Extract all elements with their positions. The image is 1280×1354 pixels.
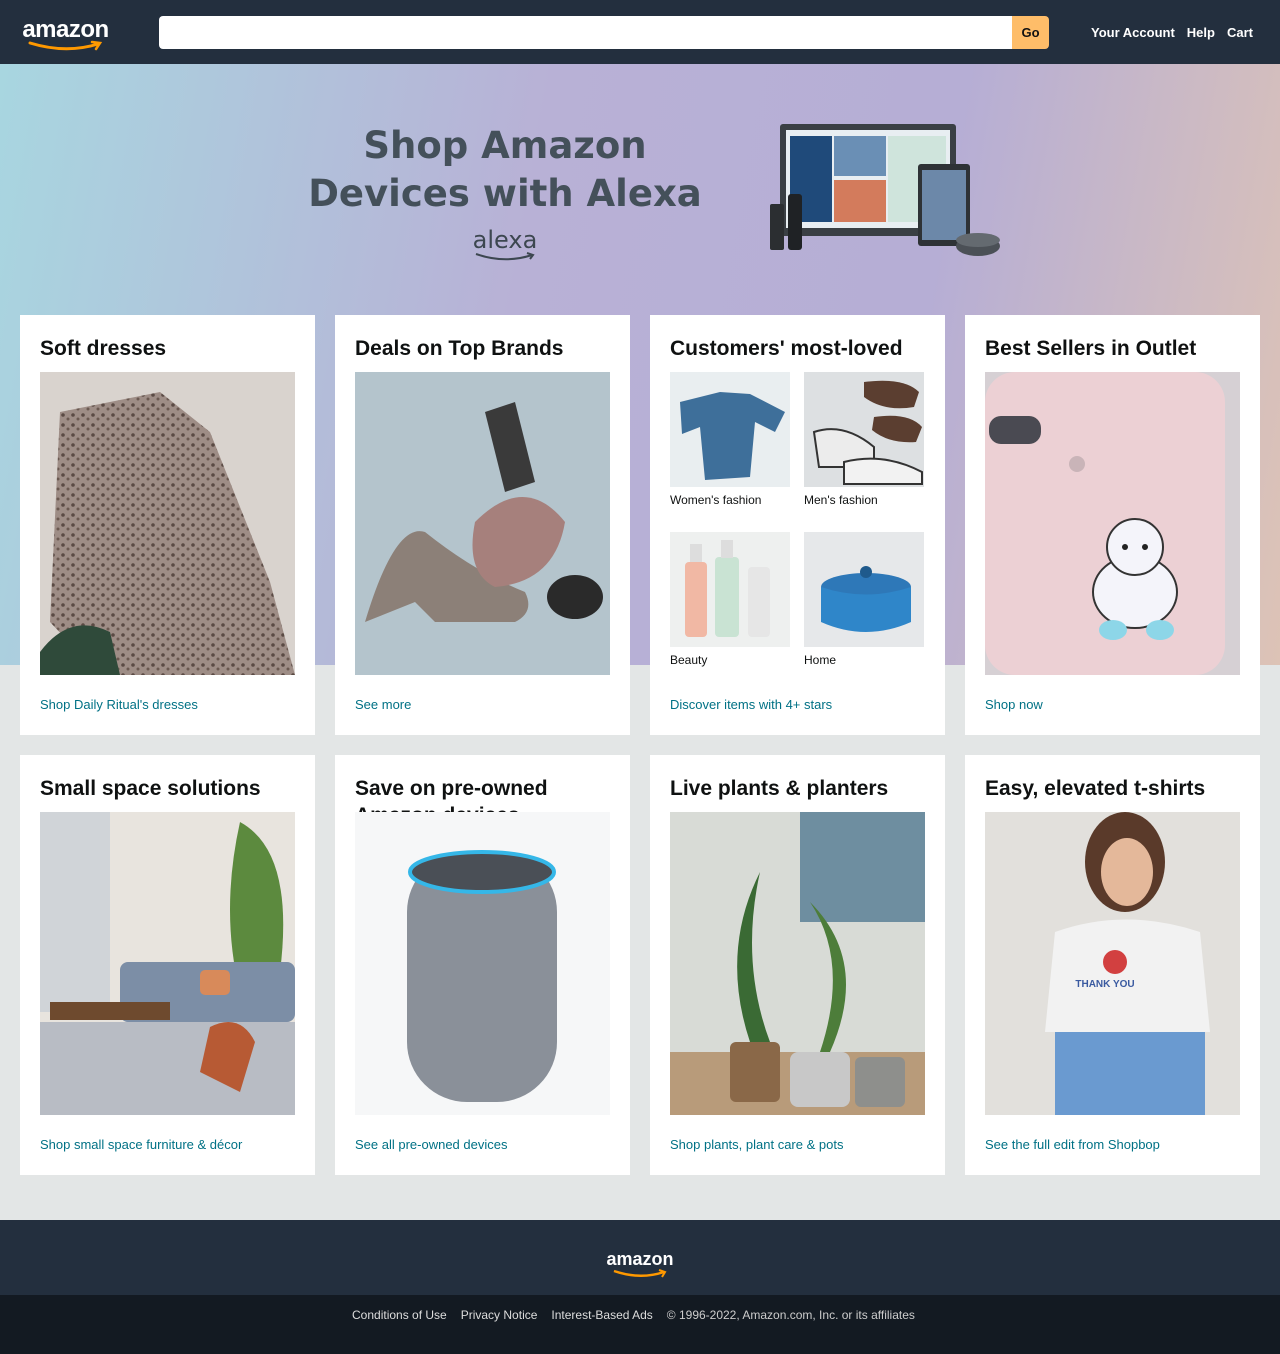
footer-amazon-logo: amazon	[602, 1249, 678, 1293]
living-room-image[interactable]	[40, 812, 295, 1115]
tile-womens-fashion[interactable]: Women's fashion	[670, 372, 790, 507]
card-link[interactable]: Shop small space furniture & décor	[40, 1136, 295, 1154]
go-button[interactable]: Go	[1012, 16, 1049, 49]
card-link[interactable]: See more	[355, 696, 610, 714]
card-title: Soft dresses	[40, 337, 167, 360]
your-account-link[interactable]: Your Account	[1088, 24, 1178, 41]
card-title: Customers' most-loved	[670, 337, 903, 360]
card-title: Best Sellers in Outlet	[985, 337, 1197, 360]
card-link[interactable]: See all pre-owned devices	[355, 1136, 610, 1154]
footer-smile-arrow-icon	[613, 1269, 667, 1278]
privacy-notice-link[interactable]: Privacy Notice	[457, 1307, 542, 1323]
footer-links: Conditions of Use Privacy Notice Interes…	[348, 1307, 915, 1323]
tile-label: Home	[804, 653, 837, 667]
tshirt-print: THANK YOU	[1075, 979, 1134, 990]
conditions-of-use-link[interactable]: Conditions of Use	[348, 1307, 451, 1323]
heels-hair-dryer-image[interactable]	[355, 372, 610, 675]
copyright-text: © 1996-2022, Amazon.com, Inc. or its aff…	[666, 1308, 915, 1322]
potted-plants-image[interactable]	[670, 812, 925, 1115]
spray-bottles-image	[670, 532, 790, 647]
card-deals-top-brands: Deals on Top Brands See more	[335, 315, 630, 735]
card-elevated-tshirts: Easy, elevated t-shirts THANK YOU See th…	[965, 755, 1260, 1175]
card-soft-dresses: Soft dresses Shop Daily Ritual's dresses	[20, 315, 315, 735]
tile-label: Men's fashion	[804, 493, 878, 507]
amazon-devices-image	[770, 124, 1000, 256]
tile-mens-fashion[interactable]: Men's fashion	[804, 372, 924, 507]
tile-home[interactable]: Home	[804, 532, 924, 667]
card-link[interactable]: See the full edit from Shopbop	[985, 1136, 1240, 1154]
alexa-logo-text: alexa	[472, 226, 538, 254]
amazon-logo-text: amazon	[22, 16, 109, 43]
woman-tshirt-image[interactable]: THANK YOU	[985, 812, 1240, 1115]
dutch-oven-image	[804, 532, 924, 647]
alexa-logo: alexa	[470, 226, 540, 262]
echo-speaker-image[interactable]	[355, 812, 610, 1115]
tile-beauty[interactable]: Beauty	[670, 532, 790, 667]
card-link[interactable]: Shop now	[985, 696, 1240, 714]
tile-label: Women's fashion	[670, 493, 762, 507]
card-pre-owned-devices: Save on pre-owned Amazon devices See all…	[335, 755, 630, 1175]
category-grid: Women's fashion Men's fashion Beauty Hom…	[670, 372, 925, 675]
tile-label: Beauty	[670, 653, 708, 667]
hero-title: Shop Amazon Devices with Alexa	[308, 124, 702, 215]
card-title: Deals on Top Brands	[355, 337, 564, 360]
sneakers-sandals-image	[804, 372, 924, 487]
card-link[interactable]: Shop Daily Ritual's dresses	[40, 696, 295, 714]
unicorn-phone-case-image[interactable]	[985, 372, 1240, 675]
footer-logo-text: amazon	[606, 1249, 674, 1269]
interest-based-ads-link[interactable]: Interest-Based Ads	[547, 1307, 656, 1323]
search-input[interactable]	[159, 16, 1012, 49]
search-form: Go	[159, 16, 1049, 49]
footer-bottom-bar: Conditions of Use Privacy Notice Interes…	[0, 1295, 1280, 1354]
amazon-logo-link[interactable]: amazon	[10, 14, 121, 56]
card-link[interactable]: Discover items with 4+ stars	[670, 696, 925, 714]
smile-arrow-icon	[28, 40, 102, 51]
footer: amazon Conditions of Use Privacy Notice …	[0, 1220, 1280, 1354]
account-links: Your Account Help Cart	[1088, 24, 1256, 41]
cart-link[interactable]: Cart	[1224, 24, 1256, 41]
card-title: Easy, elevated t-shirts	[985, 777, 1206, 800]
card-best-sellers-outlet: Best Sellers in Outlet Shop now	[965, 315, 1260, 735]
card-small-space: Small space solutions Shop small space f…	[20, 755, 315, 1175]
leopard-dress-image[interactable]	[40, 372, 295, 675]
card-live-plants: Live plants & planters Shop plants, plan…	[650, 755, 945, 1175]
blue-top-image	[670, 372, 790, 487]
help-link[interactable]: Help	[1184, 24, 1218, 41]
card-title: Live plants & planters	[670, 777, 889, 800]
card-title: Small space solutions	[40, 777, 261, 800]
card-link[interactable]: Shop plants, plant care & pots	[670, 1136, 925, 1154]
top-nav-bar: amazon Go Your Account Help Cart	[0, 0, 1280, 64]
card-customers-most-loved: Customers' most-loved Women's fashion Me…	[650, 315, 945, 735]
